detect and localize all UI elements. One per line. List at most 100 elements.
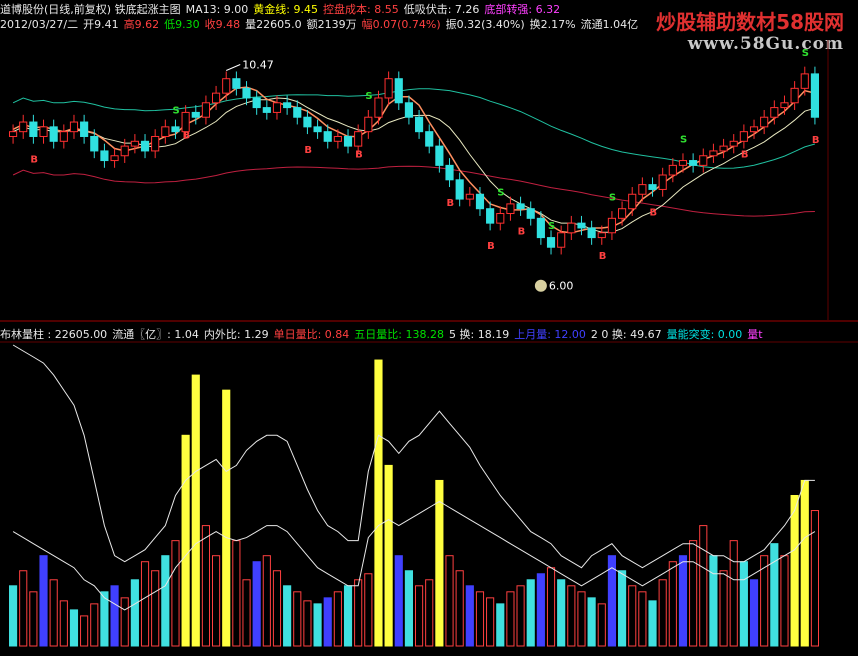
volume-bar — [486, 597, 495, 647]
buy-signal-b: B — [355, 150, 363, 161]
volume-bar — [800, 479, 809, 647]
candle-body — [810, 73, 819, 118]
volume-bar — [689, 540, 698, 647]
candle-body — [364, 116, 373, 133]
candle-body — [516, 203, 525, 210]
candle-body — [780, 102, 789, 109]
volume-bar — [638, 591, 647, 647]
volume-bar — [496, 603, 505, 647]
volume-bar — [232, 540, 241, 647]
candle-body — [29, 121, 38, 137]
candle-body — [770, 107, 779, 118]
volume-bar — [374, 359, 383, 647]
candle-body — [648, 184, 657, 190]
candle-body — [404, 102, 414, 118]
candle-body — [100, 150, 109, 162]
candle-body — [333, 135, 342, 142]
volume-bar — [59, 600, 68, 647]
volume-bar — [729, 540, 738, 647]
volume-bar — [161, 555, 170, 647]
candle-body — [293, 107, 302, 118]
volume-pane — [9, 344, 819, 647]
candle-body — [455, 179, 464, 200]
volume-bar — [658, 579, 667, 647]
volume-bar — [445, 555, 454, 647]
candle-body — [151, 135, 160, 152]
volume-bar — [465, 585, 474, 647]
volume-bar — [739, 561, 748, 647]
volume-bar — [506, 591, 515, 647]
candle-body — [343, 135, 353, 147]
candle-body — [729, 140, 738, 147]
candle-body — [354, 131, 363, 147]
candle-body — [120, 145, 129, 157]
price-pane: 10.47 6.00 B B B B B B B B B B B S S S S S S S — [9, 48, 820, 293]
volume-bar — [19, 570, 28, 647]
volume-bar — [69, 609, 79, 647]
candle-body — [526, 208, 535, 219]
volume-bar — [120, 597, 129, 647]
volume-bar — [140, 561, 150, 647]
candle-body — [323, 131, 332, 142]
candle-body — [181, 111, 190, 133]
buy-signal-b: B — [30, 154, 38, 165]
volume-bar — [709, 555, 718, 647]
sell-signal-s: S — [365, 91, 372, 102]
candle-body — [39, 126, 48, 137]
volume-bar — [333, 591, 342, 647]
candle-body — [59, 131, 68, 142]
buy-signal-b: B — [447, 198, 455, 209]
candle-body — [313, 126, 322, 133]
candle-body — [658, 174, 667, 190]
candle-body — [110, 155, 119, 162]
candle-body — [394, 78, 403, 104]
candle-body — [212, 92, 221, 104]
volume-bar — [191, 374, 200, 647]
volume-bar — [151, 570, 160, 647]
candle-body — [415, 116, 424, 133]
candle-body — [252, 97, 261, 109]
low-label: 6.00 — [549, 280, 574, 293]
candle-body — [689, 160, 698, 166]
candle-body — [800, 73, 809, 89]
candle-body — [628, 193, 637, 210]
candle-body — [222, 78, 231, 94]
candle-body — [607, 217, 616, 234]
volume-bar — [181, 434, 190, 647]
volume-bar — [567, 585, 576, 647]
candle-body — [425, 131, 434, 147]
candle-body — [384, 78, 393, 99]
volume-bar — [587, 597, 596, 647]
volume-bar — [201, 525, 211, 647]
volume-bar — [110, 585, 119, 647]
sell-signal-s: S — [497, 188, 504, 199]
volume-bar — [354, 579, 363, 647]
volume-bar — [171, 540, 180, 647]
candle-body — [597, 232, 606, 239]
buy-signal-b: B — [487, 241, 495, 252]
volume-bar — [49, 579, 58, 647]
volume-bar — [9, 585, 18, 647]
volume-bar — [262, 555, 271, 647]
buy-signal-b: B — [650, 207, 658, 218]
volume-bar — [252, 561, 261, 647]
volume-bar — [415, 585, 424, 647]
volume-bar — [526, 579, 535, 647]
candle-body — [506, 203, 515, 215]
volume-bar — [516, 585, 525, 647]
gold-line — [12, 86, 816, 234]
stock-chart: 10.47 6.00 B B B B B B B B B B B S S S S S S S — [0, 40, 858, 647]
volume-bar — [668, 561, 677, 647]
sell-signal-s: S — [802, 48, 809, 59]
candle-body — [161, 126, 170, 137]
volume-bar — [242, 579, 251, 647]
volume-bar — [749, 579, 759, 647]
volume-bar — [678, 555, 688, 647]
volume-bar — [618, 570, 627, 647]
volume-bar — [130, 579, 139, 647]
bollinger-upper-line — [12, 344, 815, 569]
candle-body — [201, 102, 211, 118]
volume-bar — [29, 591, 38, 647]
volume-bar — [425, 579, 434, 647]
support-line — [12, 165, 815, 217]
